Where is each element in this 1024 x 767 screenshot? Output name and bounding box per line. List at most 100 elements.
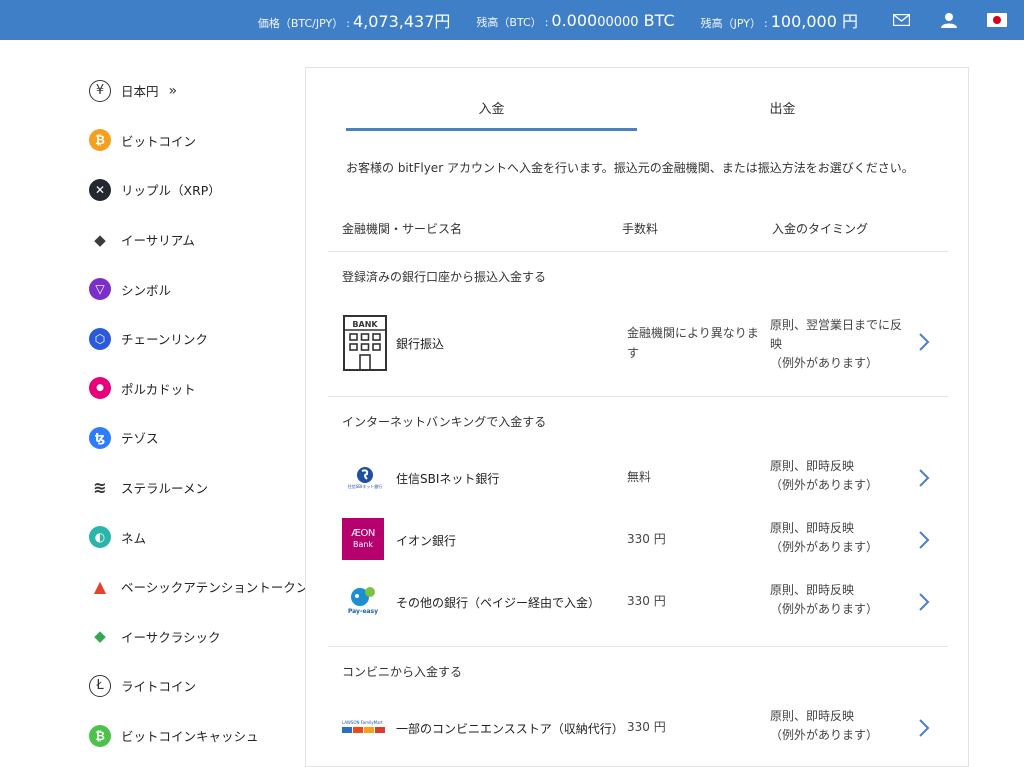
deposit-option-aeon[interactable]: ÆON Bank イオン銀行 330 円 原則、即時反映 （例外があります） [342,515,942,565]
sbi-logo-text: 住信SBIネット銀行 [347,484,383,489]
header-fee: 手数料 [622,222,659,236]
sidebar-item-tezos[interactable]: ꜩ テゾス [86,413,296,463]
sidebar-item-litecoin[interactable]: Ł ライトコイン [86,661,296,711]
payeasy-logo: Pay-easy [342,583,384,619]
option-timing-note: （例外があります） [770,728,879,742]
sidebar-item-stellar[interactable]: ≋ ステラルーメン [86,463,296,513]
sidebar-item-label: イーサクラシック [121,629,221,645]
konbini-logo-marks [342,726,385,733]
option-name: イオン銀行 [396,534,457,548]
option-name: 一部のコンビニエンスストア（収納代行） [396,722,624,736]
sidebar-item-symbol[interactable]: ▽ シンボル [86,264,296,314]
sidebar-item-ethereum-classic[interactable]: ◆ イーサクラシック [86,612,296,662]
option-timing: 原則、即時反映 （例外があります） [770,707,910,745]
logo-mark [364,726,374,733]
top-bar: 価格（BTC/JPY） : 4,073,437円 残高（BTC） : 0.000… [0,0,1024,40]
polkadot-icon: ● [89,377,111,400]
option-fee: 無料 [627,470,652,484]
sidebar-item-label: ビットコイン [121,133,197,149]
currency-sidebar: ¥ 日本円 » ₿ ビットコイン ✕ リップル（XRP） ◆ イーサリアム ▽ … [86,66,308,761]
payeasy-logo-text: Pay-easy [347,608,379,615]
logo-mark [342,726,352,733]
option-fee: 金融機関により異なります [627,326,759,360]
section-title-convenience: コンビニから入金する [342,665,463,679]
btc-balance-small: 00000 [597,14,639,30]
sidebar-item-ripple[interactable]: ✕ リップル（XRP） [86,165,296,215]
btc-balance-stat: 残高（BTC） : 0.00000000 BTC [476,11,674,30]
nem-icon: ◐ [89,526,111,549]
tezos-icon: ꜩ [89,426,111,449]
btc-balance-separator: : [544,15,549,29]
option-timing-main: 原則、即時反映 [770,459,855,473]
deposit-option-payeasy[interactable]: Pay-easy その他の銀行（ペイジー経由で入金） 330 円 原則、即時反映… [342,577,942,627]
chevron-right-icon [918,468,930,492]
header-name: 金融機関・サービス名 [342,222,463,236]
sbi-logo: 住信SBIネット銀行 [342,461,388,495]
logo-mark [375,726,385,733]
sidebar-item-ethereum[interactable]: ◆ イーサリアム [86,215,296,265]
ripple-icon: ✕ [89,178,111,201]
option-timing-main: 原則、即時反映 [770,521,855,535]
yen-icon: ¥ [89,79,111,102]
japan-flag [987,13,1007,27]
bitcoin-icon: ₿ [89,129,111,152]
deposit-option-sbi[interactable]: 住信SBIネット銀行 住信SBIネット銀行 無料 原則、即時反映 （例外がありま… [342,453,942,503]
btc-balance-unit: BTC [638,10,675,30]
jpy-balance-label: 残高（JPY） [700,17,762,30]
sidebar-item-bat[interactable]: ▲ ベーシックアテンショントークン [86,562,308,612]
option-timing-note: （例外があります） [770,356,879,370]
user-icon[interactable] [938,11,960,29]
price-label: 価格（BTC/JPY） [257,17,344,30]
sidebar-item-polkadot[interactable]: ● ポルカドット [86,364,296,414]
ethereum-classic-icon: ◆ [89,625,111,648]
sidebar-item-bitcoin-cash[interactable]: ₿ ビットコインキャッシュ [86,711,296,761]
option-timing: 原則、即時反映 （例外があります） [770,581,910,619]
intro-text: お客様の bitFlyer アカウントへ入金を行います。振込元の金融機関、または… [346,161,914,175]
option-fee: 330 円 [627,532,666,546]
sidebar-item-label: ネム [121,530,147,546]
option-timing: 原則、翌営業日までに反映 （例外があります） [770,316,910,373]
sidebar-item-label: 日本円 [121,84,159,100]
deposit-panel: 入金 出金 お客様の bitFlyer アカウントへ入金を行います。振込元の金融… [305,67,969,767]
option-name: その他の銀行（ペイジー経由で入金） [396,596,601,610]
option-timing-note: （例外があります） [770,478,879,492]
ethereum-icon: ◆ [89,228,111,251]
mail-icon[interactable] [890,11,912,29]
chevron-right-icon [918,592,930,616]
sidebar-item-label: ライトコイン [121,679,197,695]
price-stat: 価格（BTC/JPY） : 4,073,437円 [258,8,451,32]
language-flag-icon[interactable] [986,11,1008,29]
tab-deposit[interactable]: 入金 [346,98,637,132]
sidebar-item-label: リップル（XRP） [121,183,221,199]
aeon-logo-text: ÆON [351,528,375,539]
deposit-option-bank-transfer[interactable]: BANK 銀行振込 金融機関により異なります 原則、翌営業日までに反映 （例外が… [342,313,942,373]
chevron-right-icon [918,718,930,742]
tab-withdraw[interactable]: 出金 [637,98,928,132]
konbini-logo-text: LAWSON FamilyMart [342,719,383,725]
logo-mark [353,726,363,733]
header-timing: 入金のタイミング [772,222,869,236]
aeon-logo-sub: Bank [352,540,374,549]
sidebar-item-bitcoin[interactable]: ₿ ビットコイン [86,116,296,166]
sidebar-item-nem[interactable]: ◐ ネム [86,512,296,562]
divider [328,396,948,397]
jpy-balance-stat: 残高（JPY） : 100,000 円 [701,8,858,32]
jpy-balance-separator: : [764,17,768,30]
divider [328,646,948,647]
section-title-internet: インターネットバンキングで入金する [342,415,547,429]
option-timing-note: （例外があります） [770,540,879,554]
btc-balance-value: 0.00000000 BTC [551,11,674,30]
divider [328,251,948,252]
sidebar-item-jpy[interactable]: ¥ 日本円 » [86,66,296,116]
deposit-option-konbini[interactable]: LAWSON FamilyMart 一部のコンビニエンスストア（収納代行） 33… [342,703,942,753]
option-timing-note: （例外があります） [770,602,879,616]
option-timing-main: 原則、即時反映 [770,583,855,597]
btc-balance-main: 0.000 [551,10,598,30]
chainlink-icon: ⬡ [89,327,111,350]
btc-balance-label: 残高（BTC） [476,15,542,29]
sidebar-item-chainlink[interactable]: ⬡ チェーンリンク [86,314,296,364]
option-timing: 原則、即時反映 （例外があります） [770,457,910,495]
option-fee: 330 円 [627,594,666,608]
chevron-right-icon [918,530,930,554]
bitcoin-cash-icon: ₿ [89,724,111,747]
